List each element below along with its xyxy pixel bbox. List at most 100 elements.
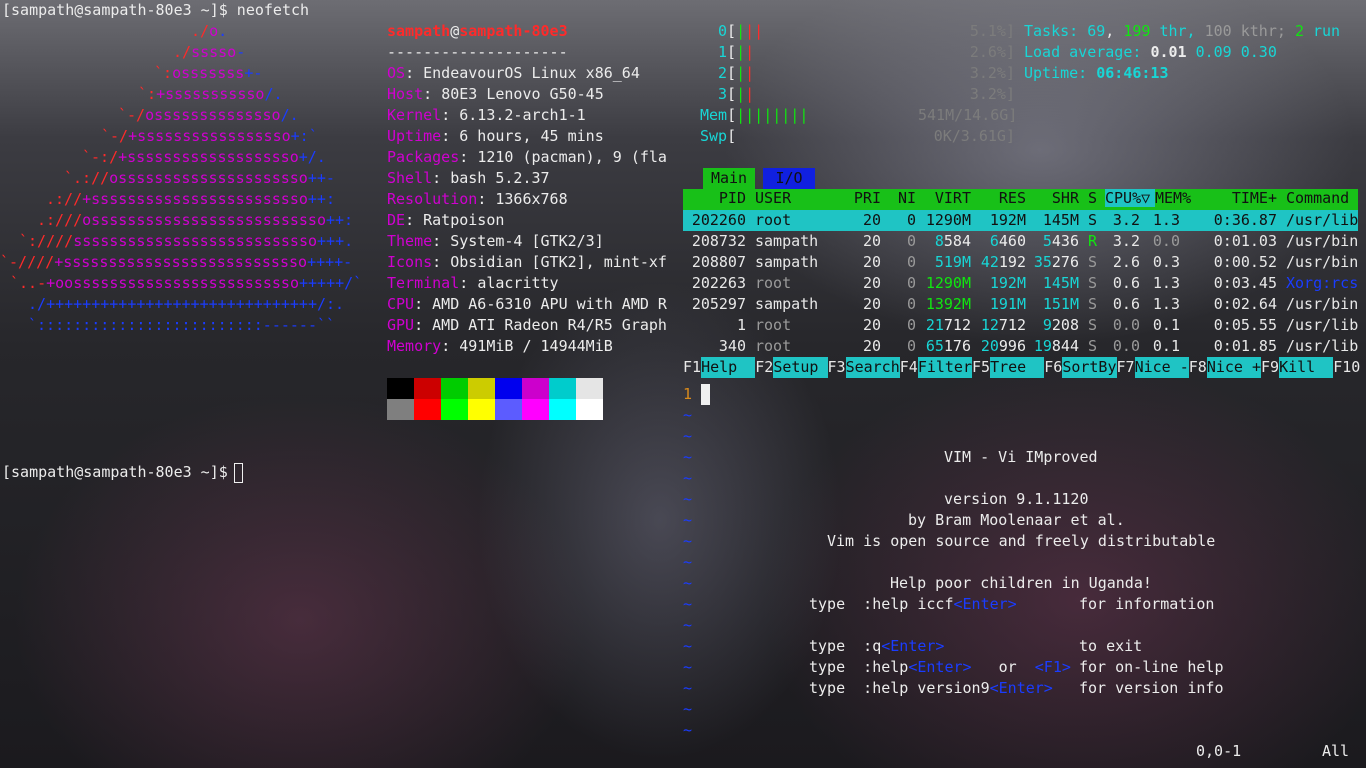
fkey-f1-button[interactable]: Help: [701, 357, 756, 378]
info-value: Ratpoison: [423, 211, 505, 229]
cell-mem: 1.3: [1152, 211, 1180, 229]
terminal-cursor: [234, 463, 243, 483]
col-shr[interactable]: SHR: [1028, 189, 1079, 207]
col-pri[interactable]: PRI: [833, 189, 881, 207]
cpu-id: 2: [718, 64, 728, 82]
fkey-f7-number: F7: [1116, 358, 1135, 376]
logo-line: .://+ssssssssssssssssssssssso++:: [46, 190, 335, 208]
cell-cpu: 3.2: [1112, 211, 1140, 229]
cell-virt: 1290M: [925, 274, 971, 292]
info-value: 80E3 Lenovo G50-45: [441, 85, 604, 103]
logo-line: ./sssso-: [173, 43, 246, 61]
col-pid[interactable]: PID: [683, 189, 746, 207]
col-time[interactable]: TIME+: [1203, 189, 1277, 207]
vim-scroll-position: All: [1322, 742, 1350, 760]
cpu-pct: 2.6%]: [969, 43, 1015, 61]
cell-mem: 0.1: [1152, 337, 1180, 355]
neofetch-separator: --------------------: [387, 43, 568, 61]
cpu-bars: ||: [736, 64, 755, 82]
info-os: OS: EndeavourOS Linux x86_64: [387, 64, 640, 82]
cell-cpu: 2.6: [1112, 253, 1140, 271]
shell-prompt-text: [sampath@sampath-80e3 ~]$: [2, 463, 237, 481]
cell-ni: 0: [906, 274, 916, 292]
fkey-f6-button[interactable]: SortBy: [1062, 357, 1117, 378]
cell-time: 0:01.85: [1213, 337, 1277, 355]
info-resolution: Resolution: 1366x768: [387, 190, 568, 208]
cell-ni: 0: [906, 211, 916, 229]
cell-state: S: [1088, 274, 1098, 292]
logo-line: `..-+oosssssssssssssssssssssssso+++++/`: [10, 274, 363, 292]
tab-main[interactable]: Main: [703, 168, 755, 189]
info-key: GPU: [387, 316, 415, 334]
info-key: Kernel: [387, 106, 442, 124]
fkey-f8-button[interactable]: Nice +: [1206, 357, 1261, 378]
logo-line: `:+sssssssssso/.: [138, 85, 283, 103]
logo-line: `:osssssss+-: [154, 64, 263, 82]
fkey-f9-button[interactable]: Kill: [1279, 357, 1334, 378]
cell-res: 192M: [989, 211, 1026, 229]
color-swatch-bright: [441, 399, 468, 420]
logo-line: `-:/+sssssssssssssssssso+/.: [82, 148, 326, 166]
mem-bars: ||||||||: [736, 106, 809, 124]
vim-title: VIM - Vi IMproved: [944, 448, 1098, 466]
process-table-header[interactable]: PID USER PRI NI VIRT RES SHR S CPU%▽ MEM…: [683, 189, 1358, 210]
info-value: bash 5.2.37: [450, 169, 550, 187]
cell-cpu: 0.0: [1112, 316, 1140, 334]
process-row[interactable]: 205297 sampath 20 0 1392M 191M 151M S 0.6 1.3 0:02…: [683, 294, 1358, 315]
fkey-f10-number: F10: [1333, 358, 1361, 376]
cell-virt: 1290M: [925, 211, 971, 229]
cell-pid: 202260: [691, 211, 746, 229]
info-shell: Shell: bash 5.2.37: [387, 169, 550, 187]
cell-command: /usr/bin: [1286, 253, 1359, 271]
vim-author: by Bram Moolenaar et al.: [908, 511, 1125, 529]
col-mem[interactable]: MEM%: [1155, 189, 1191, 207]
info-key: Uptime: [387, 127, 442, 145]
info-host: Host: 80E3 Lenovo G50-45: [387, 85, 604, 103]
process-row[interactable]: 208807 sampath 20 0 519M 42192 35276 S 2.6 0.3 0:0…: [683, 252, 1358, 273]
vim-line-number: 1: [683, 385, 693, 403]
tab-io[interactable]: I/O: [763, 168, 815, 189]
cell-cpu: 3.2: [1112, 232, 1140, 250]
mem-meter: Mem[||||||||: [700, 106, 809, 124]
process-row[interactable]: 340 root 20 0 65176 20996 19844 S 0.0 0.1 0:01.85 /…: [683, 336, 1358, 357]
vim-version: version 9.1.1120: [944, 490, 1089, 508]
info-key: DE: [387, 211, 406, 229]
fkey-f3-button[interactable]: Search: [845, 357, 900, 378]
fkey-f4-button[interactable]: Filter: [917, 357, 972, 378]
col-user[interactable]: USER: [755, 189, 791, 207]
logo-line: `.://osssssssssssssssssssso++-: [64, 169, 335, 187]
process-row[interactable]: 208732 sampath 20 0 8584 6460 5436 R 3.2 0.0 0:01.…: [683, 231, 1358, 252]
fkey-f5-number: F5: [972, 358, 991, 376]
mem-value: 541M/14.6G]: [918, 106, 1018, 124]
cpu-bars: ||: [736, 43, 755, 61]
col-cpu-sorted[interactable]: CPU%▽: [1105, 189, 1155, 207]
vim-help-line: type :q<Enter>: [809, 637, 945, 655]
col-res[interactable]: RES: [973, 189, 1026, 207]
fkey-f5-button[interactable]: Tree: [990, 357, 1045, 378]
info-key: Packages: [387, 148, 460, 166]
col-ni[interactable]: NI: [883, 189, 916, 207]
vim-tilde: ~: [683, 658, 693, 676]
cpu-meter-2: 2[||: [718, 64, 755, 82]
info-key: Theme: [387, 232, 433, 250]
logo-line: `-/+sssssssssssssssso+:`: [101, 127, 318, 145]
cell-pri: 20: [862, 316, 881, 334]
neofetch-at: @: [450, 22, 460, 40]
cell-res: 192M: [989, 274, 1026, 292]
cell-user: root: [755, 337, 792, 355]
process-row[interactable]: 202260 root 20 0 1290M 192M 145M S 3.2 1.3 0:36.87…: [683, 210, 1358, 231]
col-command[interactable]: Command: [1286, 189, 1349, 207]
fkey-f7-button[interactable]: Nice -: [1134, 357, 1189, 378]
fkey-f9-number: F9: [1261, 358, 1280, 376]
col-virt[interactable]: VIRT: [918, 189, 971, 207]
vim-tilde: ~: [683, 700, 693, 718]
process-row[interactable]: 1 root 20 0 21712 12712 9208 S 0.0 0.1 0:05.55/usr…: [683, 315, 1358, 336]
vim-help-desc: for version info: [1079, 679, 1224, 697]
htop-function-bar[interactable]: F1Help F2Setup F3SearchF4FilterF5Tree F6…: [683, 357, 1360, 378]
shell-prompt-idle[interactable]: [sampath@sampath-80e3 ~]$: [2, 462, 237, 483]
load-average-meter: Load average: 0.01 0.09 0.30: [1024, 43, 1277, 61]
cell-state: S: [1088, 211, 1098, 229]
col-state[interactable]: S: [1088, 189, 1097, 207]
fkey-f2-button[interactable]: Setup: [773, 357, 828, 378]
process-row[interactable]: 202263 root 20 0 1290M 192M 145M S 0.6 1.3 0:03.45…: [683, 273, 1358, 294]
